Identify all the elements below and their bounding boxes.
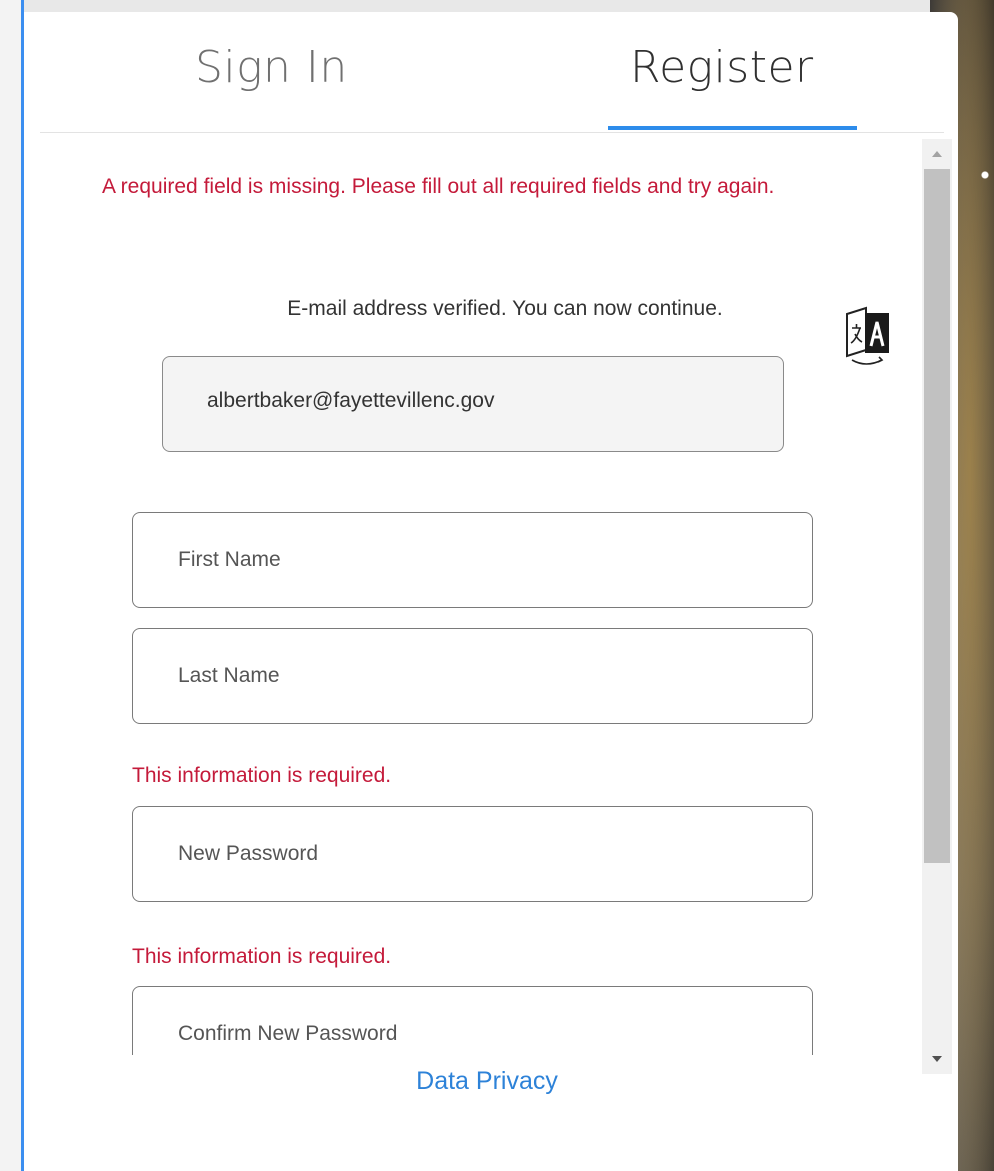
data-privacy-link[interactable]: Data Privacy	[24, 1067, 950, 1096]
scroll-up-arrow-icon[interactable]	[922, 139, 952, 169]
form-scrollbar[interactable]	[922, 139, 952, 1074]
confirm-password-input[interactable]	[133, 987, 812, 1055]
new-password-field[interactable]	[132, 806, 813, 902]
auth-tabs: Sign In Register	[40, 12, 944, 133]
new-password-input[interactable]	[133, 807, 812, 901]
error-banner: A required field is missing. Please fill…	[102, 175, 775, 198]
translate-icon-glyph	[846, 306, 889, 365]
translate-icon[interactable]	[844, 306, 892, 370]
tab-register[interactable]: Register	[630, 42, 814, 93]
email-verified-message: E-mail address verified. You can now con…	[287, 297, 723, 320]
email-field-readonly: albertbaker@fayettevillenc.gov	[162, 356, 784, 452]
auth-panel: Sign In Register A required field is mis…	[24, 12, 958, 1171]
register-form: A required field is missing. Please fill…	[40, 133, 920, 1055]
password-required-error: This information is required.	[132, 764, 392, 787]
page-left-margin	[0, 0, 22, 1171]
last-name-input[interactable]	[133, 629, 812, 723]
email-value: albertbaker@fayettevillenc.gov	[207, 389, 495, 412]
tab-sign-in[interactable]: Sign In	[195, 42, 348, 93]
last-name-field[interactable]	[132, 628, 813, 724]
first-name-input[interactable]	[133, 513, 812, 607]
first-name-field[interactable]	[132, 512, 813, 608]
confirm-password-field[interactable]	[132, 986, 813, 1055]
scrollbar-thumb[interactable]	[924, 169, 950, 863]
active-tab-indicator	[608, 126, 857, 130]
confirm-password-required-error: This information is required.	[132, 945, 392, 968]
